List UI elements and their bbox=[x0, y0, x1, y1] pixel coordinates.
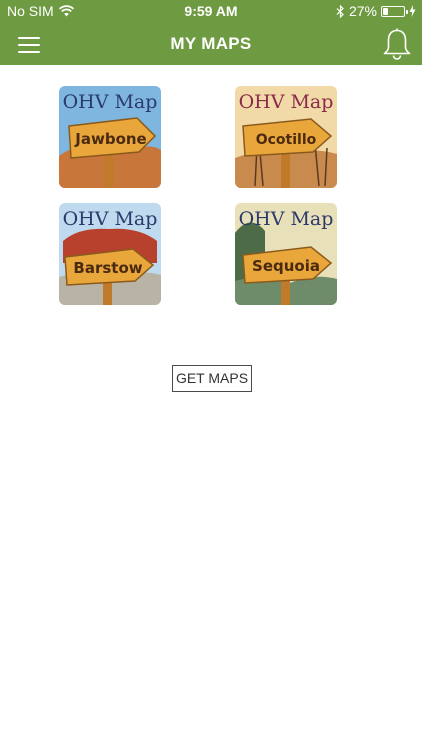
bluetooth-icon bbox=[336, 4, 344, 18]
tile-map-name: Sequoia bbox=[252, 257, 320, 275]
map-thumbnail: OHV Map Barstow bbox=[59, 203, 161, 305]
battery-percent: 27% bbox=[348, 3, 377, 19]
status-bar: No SIM 9:59 AM 27% bbox=[0, 0, 422, 22]
get-maps-button[interactable]: GET MAPS bbox=[172, 365, 252, 392]
page-title: MY MAPS bbox=[170, 34, 252, 53]
map-thumbnail: OHV Map Jawbone bbox=[59, 86, 161, 188]
tile-header: OHV Map bbox=[239, 208, 334, 230]
nav-bar: MY MAPS bbox=[0, 22, 422, 65]
battery-level bbox=[383, 7, 389, 15]
map-tile-ocotillo[interactable]: OHV Map Ocotillo bbox=[235, 86, 337, 188]
status-right: 27% bbox=[336, 3, 416, 19]
charging-icon bbox=[409, 5, 416, 17]
map-thumbnail: OHV Map Sequoia bbox=[235, 203, 337, 305]
battery-icon bbox=[381, 5, 408, 17]
map-tile-sequoia[interactable]: OHV Map Sequoia bbox=[235, 203, 337, 305]
bell-icon[interactable] bbox=[382, 27, 412, 61]
tile-map-name: Barstow bbox=[73, 259, 142, 277]
tile-header: OHV Map bbox=[63, 91, 158, 113]
map-thumbnail: OHV Map Ocotillo bbox=[235, 86, 337, 188]
tile-map-name: Jawbone bbox=[74, 130, 146, 148]
map-tile-barstow[interactable]: OHV Map Barstow bbox=[59, 203, 161, 305]
tile-header: OHV Map bbox=[239, 91, 334, 113]
map-tile-jawbone[interactable]: OHV Map Jawbone bbox=[59, 86, 161, 188]
tile-header: OHV Map bbox=[63, 208, 158, 230]
tile-map-name: Ocotillo bbox=[256, 132, 317, 148]
